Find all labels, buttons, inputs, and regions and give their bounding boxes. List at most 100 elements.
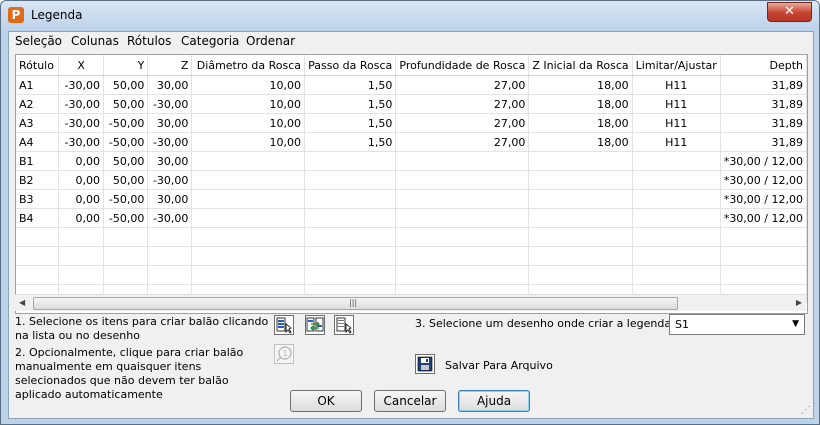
instruction-step2: 2. Opcionalmente, clique para criar balã… [15, 346, 244, 401]
menu-colunas[interactable]: Colunas [71, 34, 119, 48]
menu-categoria[interactable]: Categoria [181, 34, 239, 48]
table-cell: 1,50 [304, 94, 397, 114]
table-cell: 0,00 [58, 151, 104, 171]
table-row[interactable]: B3 0,00 -50,00 30,00 *30,00 / 12,00 [16, 189, 807, 209]
table-row[interactable]: A4 -30,00 -50,00 -30,00 10,00 1,50 27,00 18,00 H… [16, 132, 807, 152]
table-cell [103, 265, 149, 285]
column-header[interactable]: Depth [720, 55, 807, 76]
save-floppy-icon[interactable] [415, 354, 435, 374]
empty-row[interactable] [16, 246, 807, 266]
table-cell [720, 265, 807, 285]
table-cell [58, 265, 104, 285]
instruction-step1: 1. Selecione os itens para criar balão c… [15, 315, 269, 342]
table-cell: 18,00 [528, 75, 633, 95]
scroll-left-icon[interactable]: ◀ [19, 298, 25, 307]
table-cell: 10,00 [191, 75, 305, 95]
table-cell: -30,00 [147, 208, 193, 228]
column-header[interactable]: X [58, 55, 104, 76]
column-header[interactable]: Passo da Rosca [304, 55, 397, 76]
select-toggle-icon[interactable] [305, 315, 325, 335]
table-cell: 30,00 [147, 113, 193, 133]
instruction-step3: 3. Selecione um desenho onde criar a leg… [415, 317, 672, 330]
menu-rotulos[interactable]: Rótulos [127, 34, 171, 48]
table-cell [304, 265, 397, 285]
table-cell [632, 189, 721, 209]
table-cell [191, 189, 305, 209]
menu-ordenar[interactable]: Ordenar [246, 34, 295, 48]
table-cell: B4 [16, 208, 60, 228]
save-to-file-label[interactable]: Salvar Para Arquivo [445, 359, 553, 372]
column-header[interactable]: Z Inicial da Rosca [528, 55, 633, 76]
manual-balloon-icon[interactable]: 1 [274, 344, 294, 364]
table-cell [632, 170, 721, 190]
table-cell [58, 227, 104, 247]
table-cell: 31,89 [720, 132, 807, 152]
table-cell: A1 [16, 75, 60, 95]
scroll-right-icon[interactable]: ▶ [796, 298, 802, 307]
table-row[interactable]: B2 0,00 50,00 -30,00 *30,00 / 12,00 [16, 170, 807, 190]
table-cell: 10,00 [191, 94, 305, 114]
table-cell: 50,00 [103, 151, 149, 171]
title-bar[interactable]: P Legenda ✕ [1, 1, 819, 31]
ok-button[interactable]: OK [290, 390, 362, 412]
table-cell: 50,00 [103, 170, 149, 190]
table-cell [528, 189, 633, 209]
table-cell [632, 208, 721, 228]
drawing-select[interactable]: S1 ▼ [669, 314, 805, 335]
table-cell: A3 [16, 113, 60, 133]
column-header[interactable]: Diâmetro da Rosca [191, 55, 305, 76]
column-header[interactable]: Profundidade de Rosca [395, 55, 530, 76]
table-cell [632, 265, 721, 285]
table-cell: B3 [16, 189, 60, 209]
cancel-button[interactable]: Cancelar [374, 390, 446, 412]
scrollbar-grip-icon: ||| [349, 298, 358, 307]
select-cursor-icon[interactable] [334, 315, 354, 335]
table-cell [304, 151, 397, 171]
table-cell [191, 246, 305, 266]
empty-row[interactable] [16, 227, 807, 247]
table-cell: *30,00 / 12,00 [720, 151, 807, 171]
table-cell: -30,00 [58, 94, 104, 114]
table-cell [304, 208, 397, 228]
column-header[interactable]: Rótulo [16, 55, 60, 76]
table-cell: 31,89 [720, 75, 807, 95]
table-cell: A4 [16, 132, 60, 152]
table-cell [395, 227, 530, 247]
table-row[interactable]: B1 0,00 50,00 30,00 *30,00 / 12,00 [16, 151, 807, 171]
select-list-icon[interactable] [274, 315, 294, 335]
table-cell [720, 227, 807, 247]
table-cell: B2 [16, 170, 60, 190]
table-cell [395, 208, 530, 228]
column-header[interactable]: Z [147, 55, 193, 76]
table-cell: 27,00 [395, 113, 530, 133]
help-button[interactable]: Ajuda [458, 390, 530, 412]
table-cell [528, 227, 633, 247]
table-cell: -30,00 [58, 75, 104, 95]
table-row[interactable]: A2 -30,00 50,00 -30,00 10,00 1,50 27,00 18,00 H1… [16, 94, 807, 114]
table-cell: *30,00 / 12,00 [720, 189, 807, 209]
table-cell: 30,00 [147, 75, 193, 95]
dialog-window: P Legenda ✕ Seleção Colunas Rótulos Cate… [0, 0, 820, 425]
chevron-down-icon: ▼ [792, 319, 799, 329]
resize-grip-icon[interactable]: ⋰ [801, 405, 811, 416]
empty-row[interactable] [16, 265, 807, 285]
table-row[interactable]: B4 0,00 -50,00 -30,00 *30,00 / 12,00 [16, 208, 807, 228]
table-row[interactable]: A3 -30,00 -50,00 30,00 10,00 1,50 27,00 18,00 H1… [16, 113, 807, 133]
table-row[interactable]: A1 -30,00 50,00 30,00 10,00 1,50 27,00 18,00 H11… [16, 75, 807, 95]
table-cell [16, 246, 60, 266]
close-button[interactable]: ✕ [767, 2, 812, 22]
table-cell: 27,00 [395, 75, 530, 95]
table-cell [720, 246, 807, 266]
table-cell: -30,00 [58, 132, 104, 152]
menu-selecao[interactable]: Seleção [15, 34, 62, 48]
column-header[interactable]: Limitar/Ajustar [632, 55, 721, 76]
scrollbar-thumb[interactable]: ||| [33, 297, 678, 310]
table-cell [147, 227, 193, 247]
table-cell: 31,89 [720, 113, 807, 133]
horizontal-scrollbar[interactable]: ◀ ||| ▶ [15, 294, 806, 311]
table-cell [16, 265, 60, 285]
table-cell: 30,00 [147, 189, 193, 209]
column-header[interactable]: Y [103, 55, 149, 76]
legend-table[interactable]: Rótulo X Y Z Diâmetro da Rosca Passo da Rosca… [15, 54, 808, 314]
table-cell: *30,00 / 12,00 [720, 170, 807, 190]
